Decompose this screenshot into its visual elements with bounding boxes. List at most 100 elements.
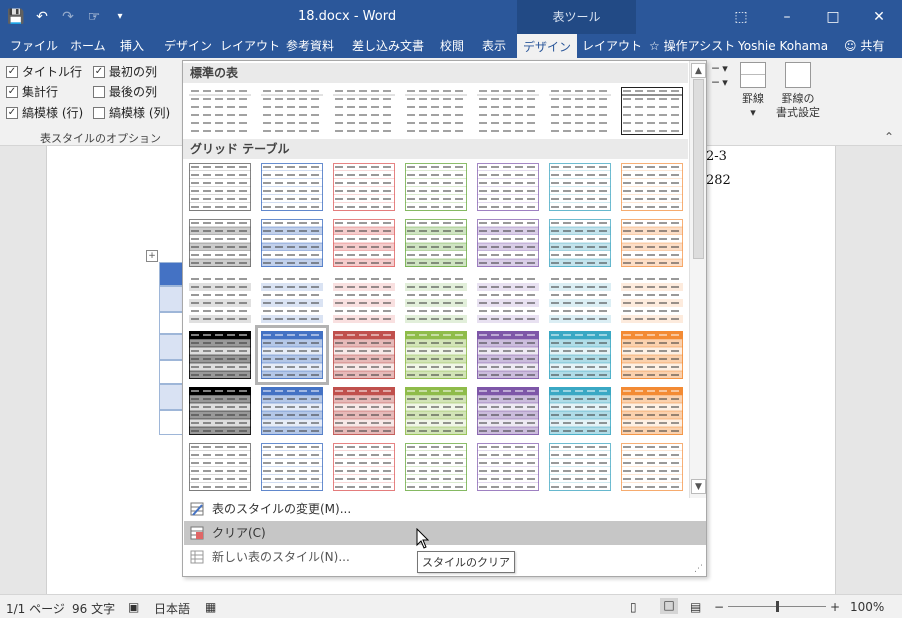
tab-view[interactable]: 表示 — [476, 34, 512, 58]
tab-file[interactable]: ファイル — [4, 34, 64, 58]
table-style-grid-4-5[interactable] — [477, 331, 539, 379]
zoom-out-icon[interactable]: − — [714, 600, 724, 614]
print-layout-icon[interactable]: □ — [660, 598, 678, 614]
table-style-plain-6[interactable] — [549, 87, 611, 135]
table-style-grid-2-2[interactable] — [261, 219, 323, 267]
table-style-grid-6-6[interactable] — [549, 443, 611, 491]
table-style-grid-2-1[interactable] — [189, 219, 251, 267]
table-style-grid-6-3[interactable] — [333, 443, 395, 491]
tab-mailings[interactable]: 差し込み文書 — [346, 34, 430, 58]
macro-icon[interactable]: ▦ — [205, 600, 216, 614]
table-style-grid-3-5[interactable] — [477, 275, 539, 323]
border-painter-button[interactable]: 罫線の 書式設定 — [772, 62, 824, 120]
page-count[interactable]: 1/1 ページ — [6, 600, 65, 617]
scroll-down-icon[interactable]: ▼ — [691, 479, 706, 494]
table-style-grid-6-1[interactable] — [189, 443, 251, 491]
table-style-plain-4[interactable] — [405, 87, 467, 135]
save-icon[interactable]: 💾 — [6, 7, 26, 27]
table-header-cell[interactable] — [159, 262, 184, 286]
tab-insert[interactable]: 挿入 — [114, 34, 150, 58]
table-style-grid-4-2[interactable] — [255, 325, 329, 385]
table-style-grid-2-6[interactable] — [549, 219, 611, 267]
table-style-grid-6-4[interactable] — [405, 443, 467, 491]
tab-references[interactable]: 参考資料 — [280, 34, 340, 58]
table-style-grid-5-6[interactable] — [549, 387, 611, 435]
resize-grip-icon[interactable]: ⋰ — [694, 564, 703, 574]
tab-layout[interactable]: レイアウト — [214, 34, 286, 58]
scrollbar-thumb[interactable] — [693, 79, 704, 259]
option-last-column[interactable]: 最後の列 — [93, 83, 157, 100]
table-cell[interactable] — [159, 410, 184, 435]
table-style-grid-3-1[interactable] — [189, 275, 251, 323]
share-button[interactable]: ☺ 共有 — [838, 34, 890, 58]
table-style-grid-5-7[interactable] — [621, 387, 683, 435]
table-style-grid-3-2[interactable] — [261, 275, 323, 323]
web-layout-icon[interactable]: ▤ — [690, 600, 701, 614]
option-header-row[interactable]: ✓ タイトル行 — [6, 63, 82, 80]
table-style-grid-1-3[interactable] — [333, 163, 395, 211]
touch-mode-icon[interactable]: ☞ — [84, 7, 104, 27]
table-style-grid-2-4[interactable] — [405, 219, 467, 267]
ribbon-display-icon[interactable]: ⬚ — [718, 0, 764, 34]
tab-table-layout[interactable]: レイアウト — [576, 34, 648, 58]
table-style-grid-1-7[interactable] — [621, 163, 683, 211]
table-style-grid-4-7[interactable] — [621, 331, 683, 379]
table-cell[interactable] — [159, 334, 184, 360]
table-style-grid-5-3[interactable] — [333, 387, 395, 435]
table-style-grid-1-5[interactable] — [477, 163, 539, 211]
table-cell[interactable] — [159, 360, 184, 384]
proofing-icon[interactable]: ▣ — [128, 600, 139, 614]
table-style-grid-1-1[interactable] — [189, 163, 251, 211]
tab-design[interactable]: デザイン — [158, 34, 218, 58]
table-style-plain-5[interactable] — [477, 87, 539, 135]
table-style-grid-3-7[interactable] — [621, 275, 683, 323]
table-style-grid-6-7[interactable] — [621, 443, 683, 491]
table-style-plain-7[interactable] — [621, 87, 683, 135]
option-total-row[interactable]: ✓ 集計行 — [6, 83, 58, 100]
minimize-icon[interactable]: – — [764, 0, 810, 34]
tell-me-search[interactable]: ☆ 操作アシスト — [643, 34, 741, 58]
table-style-grid-2-3[interactable] — [333, 219, 395, 267]
close-icon[interactable]: ✕ — [856, 0, 902, 34]
zoom-slider-thumb[interactable] — [776, 601, 779, 612]
table-cell[interactable] — [159, 286, 184, 312]
option-first-column[interactable]: ✓ 最初の列 — [93, 63, 157, 80]
table-style-plain-2[interactable] — [261, 87, 323, 135]
table-style-grid-1-4[interactable] — [405, 163, 467, 211]
user-name[interactable]: Yoshie Kohama — [732, 34, 834, 58]
table-style-grid-3-3[interactable] — [333, 275, 395, 323]
tab-review[interactable]: 校閲 — [434, 34, 470, 58]
table-cell[interactable] — [159, 384, 184, 410]
table-style-grid-4-3[interactable] — [333, 331, 395, 379]
clear-table-style-item[interactable]: クリア(C) — [184, 521, 706, 545]
borders-button[interactable]: 罫線 ▾ — [738, 62, 768, 120]
table-style-grid-1-6[interactable] — [549, 163, 611, 211]
table-style-grid-6-5[interactable] — [477, 443, 539, 491]
option-banded-columns[interactable]: 縞模様 (列) — [93, 104, 170, 121]
table-style-grid-2-5[interactable] — [477, 219, 539, 267]
table-style-grid-5-1[interactable] — [189, 387, 251, 435]
modify-table-style-item[interactable]: 表のスタイルの変更(M)... — [184, 497, 706, 521]
table-style-grid-1-2[interactable] — [261, 163, 323, 211]
customize-qat-icon[interactable]: ▾ — [110, 7, 130, 27]
zoom-level[interactable]: 100% — [850, 600, 884, 614]
zoom-in-icon[interactable]: + — [830, 600, 840, 614]
language[interactable]: 日本語 — [154, 600, 190, 617]
table-style-grid-4-1[interactable] — [189, 331, 251, 379]
table-style-plain-1[interactable] — [189, 87, 251, 135]
gallery-scrollbar[interactable]: ▲ ▼ — [689, 61, 706, 498]
table-style-grid-2-7[interactable] — [621, 219, 683, 267]
table-move-handle-icon[interactable]: + — [146, 250, 158, 262]
table-style-grid-4-6[interactable] — [549, 331, 611, 379]
redo-icon[interactable]: ↷ — [58, 7, 78, 27]
table-style-grid-4-4[interactable] — [405, 331, 467, 379]
border-style-dropdown[interactable]: ─ ▾ ─ ▾ — [706, 62, 734, 90]
table-style-grid-5-4[interactable] — [405, 387, 467, 435]
table-cell[interactable] — [159, 312, 184, 334]
table-style-grid-5-5[interactable] — [477, 387, 539, 435]
tab-table-design[interactable]: デザイン — [517, 34, 578, 58]
word-count[interactable]: 96 文字 — [72, 600, 115, 617]
undo-icon[interactable]: ↶ — [32, 7, 52, 27]
table-style-grid-5-2[interactable] — [261, 387, 323, 435]
read-mode-icon[interactable]: ▯ — [630, 600, 637, 614]
